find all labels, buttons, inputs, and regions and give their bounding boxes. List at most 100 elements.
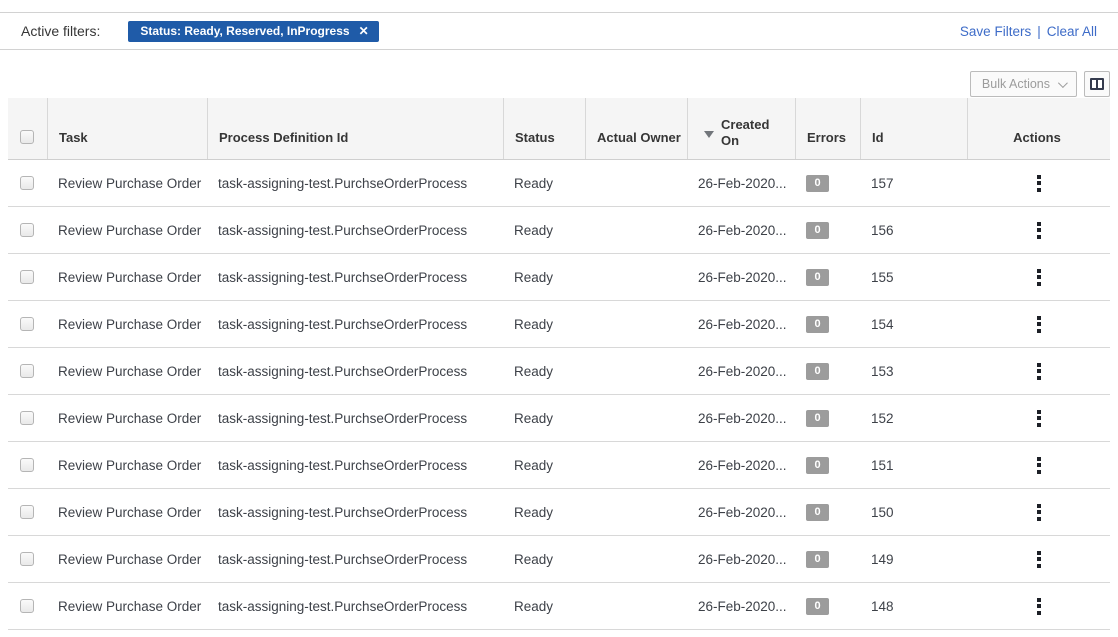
created-on-cell: 26-Feb-2020... <box>687 317 795 332</box>
process-definition-id-cell: task-assigning-test.PurchseOrderProcess <box>207 599 503 614</box>
column-header-task[interactable]: Task <box>47 98 207 159</box>
created-on-cell: 26-Feb-2020... <box>687 176 795 191</box>
errors-badge: 0 <box>806 269 829 287</box>
row-select-cell <box>8 411 47 425</box>
created-on-label: Created On <box>721 117 775 150</box>
row-checkbox[interactable] <box>20 270 34 284</box>
id-cell: 153 <box>860 364 967 379</box>
errors-badge: 0 <box>806 363 829 381</box>
errors-badge: 0 <box>806 316 829 334</box>
active-filters-bar: Active filters: Status: Ready, Reserved,… <box>0 12 1118 50</box>
status-cell: Ready <box>503 176 585 191</box>
created-on-cell: 26-Feb-2020... <box>687 458 795 473</box>
process-definition-id-cell: task-assigning-test.PurchseOrderProcess <box>207 317 503 332</box>
status-cell: Ready <box>503 223 585 238</box>
actions-cell <box>967 406 1110 431</box>
save-filters-link[interactable]: Save Filters <box>960 24 1031 39</box>
row-checkbox[interactable] <box>20 505 34 519</box>
manage-columns-button[interactable] <box>1084 71 1110 97</box>
errors-cell: 0 <box>795 456 860 475</box>
kebab-menu-button[interactable] <box>1029 406 1049 431</box>
id-cell: 155 <box>860 270 967 285</box>
row-checkbox[interactable] <box>20 552 34 566</box>
column-header-status[interactable]: Status <box>503 98 585 159</box>
actions-cell <box>967 547 1110 572</box>
table-row: Review Purchase Order task-assigning-tes… <box>8 489 1110 536</box>
task-cell: Review Purchase Order <box>47 505 207 520</box>
row-checkbox[interactable] <box>20 317 34 331</box>
errors-cell: 0 <box>795 315 860 334</box>
task-cell: Review Purchase Order <box>47 458 207 473</box>
actions-cell <box>967 265 1110 290</box>
row-select-cell <box>8 270 47 284</box>
process-definition-id-cell: task-assigning-test.PurchseOrderProcess <box>207 552 503 567</box>
created-on-cell: 26-Feb-2020... <box>687 411 795 426</box>
row-checkbox[interactable] <box>20 364 34 378</box>
kebab-menu-button[interactable] <box>1029 547 1049 572</box>
status-cell: Ready <box>503 364 585 379</box>
process-definition-id-cell: task-assigning-test.PurchseOrderProcess <box>207 505 503 520</box>
kebab-menu-button[interactable] <box>1029 265 1049 290</box>
created-on-cell: 26-Feb-2020... <box>687 552 795 567</box>
table-row: Review Purchase Order task-assigning-tes… <box>8 160 1110 207</box>
row-checkbox[interactable] <box>20 599 34 613</box>
table-body: Review Purchase Order task-assigning-tes… <box>8 160 1110 630</box>
column-header-actual-owner[interactable]: Actual Owner <box>585 98 687 159</box>
errors-badge: 0 <box>806 175 829 193</box>
table-row: Review Purchase Order task-assigning-tes… <box>8 301 1110 348</box>
created-on-cell: 26-Feb-2020... <box>687 270 795 285</box>
id-cell: 152 <box>860 411 967 426</box>
errors-cell: 0 <box>795 268 860 287</box>
columns-icon <box>1090 78 1104 90</box>
errors-cell: 0 <box>795 409 860 428</box>
sort-desc-icon <box>704 131 714 138</box>
row-checkbox[interactable] <box>20 458 34 472</box>
actions-cell <box>967 312 1110 337</box>
task-cell: Review Purchase Order <box>47 223 207 238</box>
created-on-cell: 26-Feb-2020... <box>687 505 795 520</box>
column-header-errors[interactable]: Errors <box>795 98 860 159</box>
row-select-cell <box>8 458 47 472</box>
status-cell: Ready <box>503 458 585 473</box>
errors-cell: 0 <box>795 174 860 193</box>
kebab-menu-button[interactable] <box>1029 171 1049 196</box>
actions-cell <box>967 359 1110 384</box>
kebab-menu-button[interactable] <box>1029 218 1049 243</box>
status-cell: Ready <box>503 317 585 332</box>
row-checkbox[interactable] <box>20 223 34 237</box>
select-all-checkbox[interactable] <box>20 130 34 144</box>
table-row: Review Purchase Order task-assigning-tes… <box>8 442 1110 489</box>
table-row: Review Purchase Order task-assigning-tes… <box>8 583 1110 630</box>
actions-cell <box>967 500 1110 525</box>
chip-close-icon[interactable]: ✕ <box>359 25 369 37</box>
task-cell: Review Purchase Order <box>47 552 207 567</box>
column-header-process-definition-id[interactable]: Process Definition Id <box>207 98 503 159</box>
column-header-created-on[interactable]: Created On <box>687 98 795 159</box>
column-header-id[interactable]: Id <box>860 98 967 159</box>
kebab-menu-button[interactable] <box>1029 359 1049 384</box>
created-on-cell: 26-Feb-2020... <box>687 599 795 614</box>
table-row: Review Purchase Order task-assigning-tes… <box>8 536 1110 583</box>
kebab-menu-button[interactable] <box>1029 453 1049 478</box>
table-row: Review Purchase Order task-assigning-tes… <box>8 395 1110 442</box>
clear-all-link[interactable]: Clear All <box>1047 24 1097 39</box>
process-definition-id-cell: task-assigning-test.PurchseOrderProcess <box>207 411 503 426</box>
row-checkbox[interactable] <box>20 176 34 190</box>
status-cell: Ready <box>503 411 585 426</box>
actions-cell <box>967 171 1110 196</box>
actions-cell <box>967 594 1110 619</box>
select-all-cell <box>8 98 47 159</box>
status-filter-chip: Status: Ready, Reserved, InProgress ✕ <box>128 21 378 42</box>
errors-badge: 0 <box>806 410 829 428</box>
created-on-cell: 26-Feb-2020... <box>687 364 795 379</box>
task-cell: Review Purchase Order <box>47 364 207 379</box>
kebab-menu-button[interactable] <box>1029 312 1049 337</box>
kebab-menu-button[interactable] <box>1029 500 1049 525</box>
row-checkbox[interactable] <box>20 411 34 425</box>
row-select-cell <box>8 599 47 613</box>
id-cell: 156 <box>860 223 967 238</box>
bulk-actions-button[interactable]: Bulk Actions <box>970 71 1077 97</box>
kebab-menu-button[interactable] <box>1029 594 1049 619</box>
id-cell: 151 <box>860 458 967 473</box>
status-cell: Ready <box>503 599 585 614</box>
